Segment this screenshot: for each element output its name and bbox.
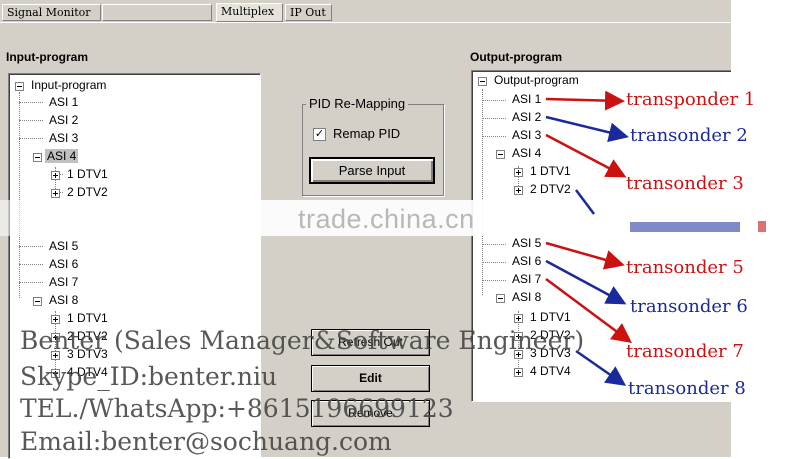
overlay-contact-name: Benter (Sales Manager&Software Engineer)	[20, 326, 585, 355]
arrow-asi6	[545, 259, 627, 305]
arrow-asi5	[545, 241, 625, 270]
annotation-transonder-3: transonder 3	[626, 173, 744, 194]
arrow-dtv2	[575, 189, 595, 215]
overlay-skype: Skype_ID:benter.niu	[20, 362, 278, 391]
arrow-dtv3	[575, 349, 627, 386]
annotation-transponder-1: transponder 1	[626, 89, 756, 110]
annotation-transonder-8: transonder 8	[628, 378, 746, 399]
arrow-asi2	[545, 115, 629, 143]
arrow-asi1	[545, 90, 625, 111]
annotation-transonder-5: transonder 5	[626, 257, 744, 278]
overlay-phone: TEL./WhatsApp:+8615196699123	[20, 394, 454, 423]
annotation-transonder-2: transonder 2	[630, 125, 748, 146]
overlay-email: Email:benter@sochuang.com	[20, 427, 392, 456]
annotation-transonder-7: transonder 7	[626, 341, 744, 362]
annotation-transonder-6: transonder 6	[630, 296, 748, 317]
arrow-asi3	[545, 133, 627, 178]
